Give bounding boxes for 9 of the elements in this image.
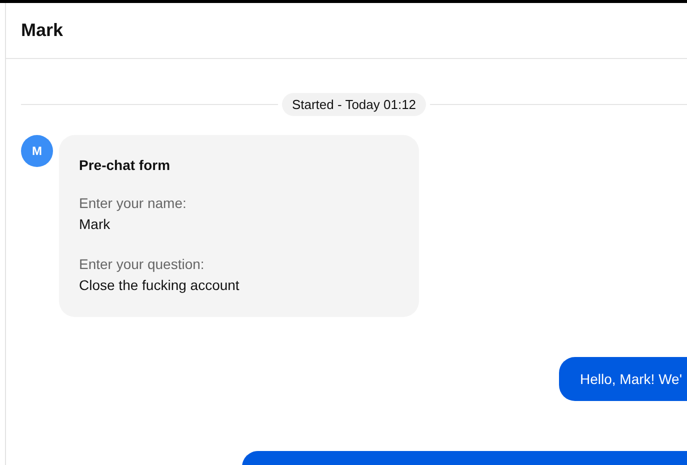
chat-title: Mark — [21, 20, 64, 41]
message-bubble: Hello, Mark! We' — [559, 357, 687, 401]
form-title: Pre-chat form — [79, 157, 172, 173]
avatar: M — [21, 135, 53, 167]
field-label: Enter your name: — [79, 194, 188, 213]
field-value: Close the fucking account — [79, 276, 240, 295]
field-label: Enter your question: — [79, 255, 206, 274]
field-value: Mark — [79, 215, 112, 234]
chat-started-label: Started - Today 01:12 — [282, 93, 426, 116]
